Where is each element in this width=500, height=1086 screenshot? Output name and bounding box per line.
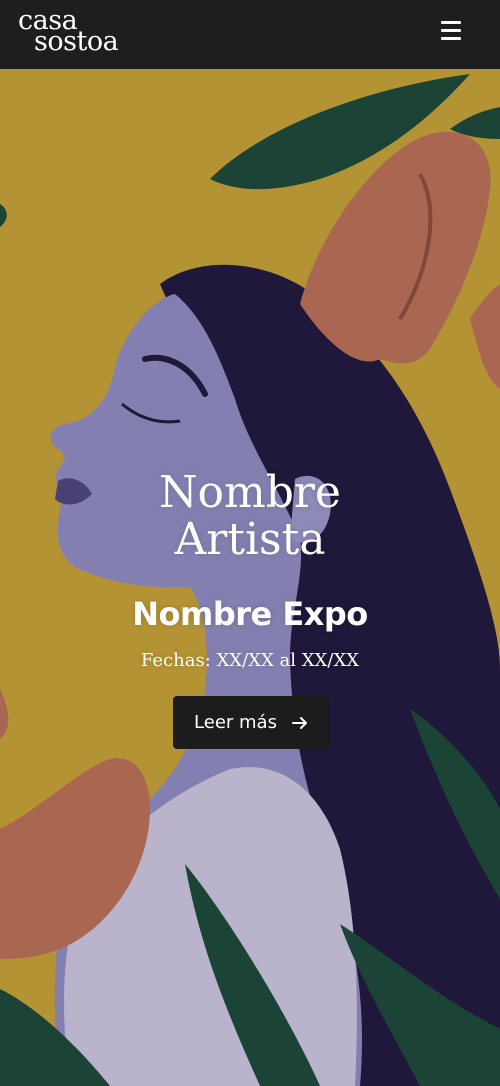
artist-name: Nombre Artista xyxy=(0,469,500,563)
top-nav-bar: casa sostoa xyxy=(0,0,500,69)
exhibition-dates: Fechas: XX/XX al XX/XX xyxy=(140,650,360,671)
logo-line-2: sostoa xyxy=(34,26,119,57)
arrow-right-icon xyxy=(291,716,307,729)
artist-name-line-1: Nombre xyxy=(159,467,341,518)
hero-banner: Nombre Artista Nombre Expo Fechas: XX/XX… xyxy=(0,69,500,1086)
hamburger-menu-icon[interactable] xyxy=(436,18,466,42)
read-more-label: Leer más xyxy=(194,712,277,733)
exhibition-title: Nombre Expo xyxy=(132,595,368,633)
read-more-button[interactable]: Leer más xyxy=(173,696,330,749)
hero-illustration xyxy=(0,69,500,1086)
artist-name-line-2: Artista xyxy=(174,514,326,565)
brand-logo[interactable]: casa sostoa xyxy=(18,7,119,57)
